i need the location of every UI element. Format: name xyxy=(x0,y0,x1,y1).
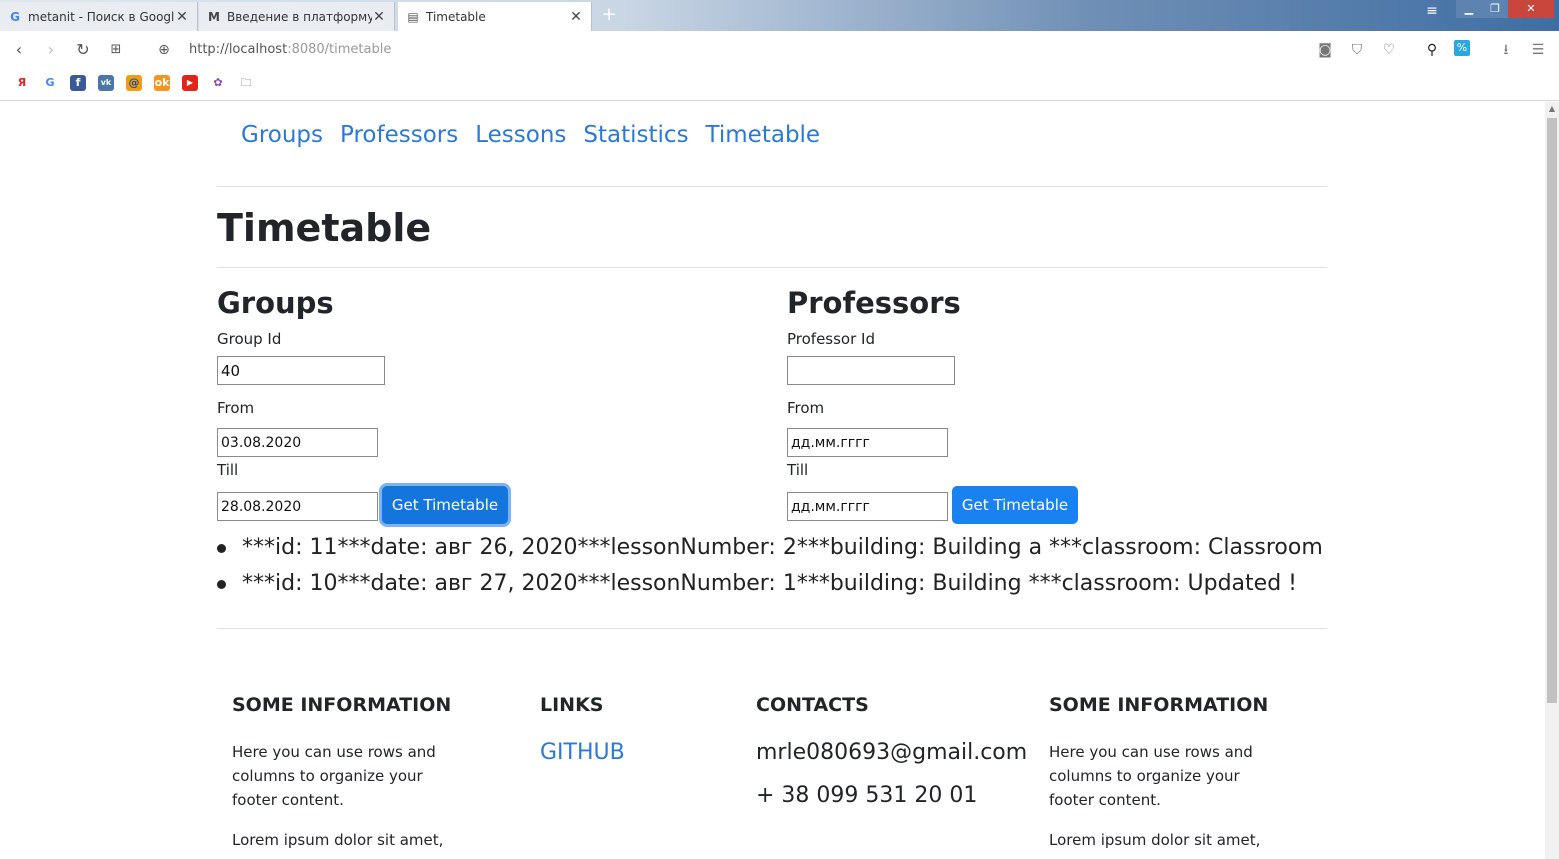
google-icon: G xyxy=(10,9,20,24)
page: Groups Professors Lessons Statistics Tim… xyxy=(0,102,1545,859)
facebook-icon[interactable]: f xyxy=(70,75,86,91)
tab-bar: G metanit - Поиск в Google ✕ M Введение … xyxy=(0,0,1559,31)
nav-professors[interactable]: Professors xyxy=(340,122,458,148)
professor-from-label: From xyxy=(787,399,825,417)
youtube-icon[interactable]: ▶ xyxy=(182,75,198,91)
nav-lessons[interactable]: Lessons xyxy=(475,122,566,148)
professor-till-date-input[interactable] xyxy=(787,492,948,521)
contact-email: mrle080693@gmail.com xyxy=(756,740,1028,765)
speed-dial-icon[interactable]: ⊞ xyxy=(106,40,126,60)
page-title: Timetable xyxy=(217,206,432,250)
tab-timetable[interactable]: ▤ Timetable ✕ xyxy=(398,2,592,31)
footer-info-title: SOME INFORMATION xyxy=(232,694,452,716)
group-from-date-input[interactable] xyxy=(217,428,378,457)
url-path: :8080/timetable xyxy=(287,42,392,57)
professor-from-date-input[interactable] xyxy=(787,428,948,457)
group-from-label: From xyxy=(217,399,255,417)
bookmarks-bar xyxy=(0,68,1559,101)
close-icon[interactable]: ✕ xyxy=(569,9,583,25)
google-bookmark-icon[interactable]: G xyxy=(42,75,58,91)
shield-icon[interactable]: ⛉ xyxy=(1347,40,1367,60)
professors-heading: Professors xyxy=(787,286,961,320)
close-icon[interactable]: ✕ xyxy=(175,9,189,25)
result-text: ***id: 11***date: авг 26, 2020***lessonN… xyxy=(242,535,1323,560)
window-controls: ▁ ❐ ✕ xyxy=(1456,0,1554,20)
scroll-up-icon[interactable]: ▲ xyxy=(1545,104,1559,116)
globe-icon: ⊕ xyxy=(158,42,170,58)
contact-phone: + 38 099 531 20 01 xyxy=(756,783,978,808)
groups-heading: Groups xyxy=(217,286,334,320)
tabs-menu-icon[interactable]: ≡ xyxy=(1422,3,1442,19)
footer-links-title: LINKS xyxy=(540,694,604,716)
url-host: http://localhost xyxy=(189,42,288,57)
url-field[interactable]: http://localhost:8080/timetable xyxy=(189,42,391,57)
nav-groups[interactable]: Groups xyxy=(241,122,323,148)
footer-info-right: SOME INFORMATION Here you can use rows a… xyxy=(1049,694,1289,859)
top-nav: Groups Professors Lessons Statistics Tim… xyxy=(241,122,820,148)
groups-get-timetable-button[interactable]: Get Timetable xyxy=(382,486,508,524)
new-tab-plus-icon[interactable]: + xyxy=(599,5,619,25)
timetable-results: ***id: 11***date: авг 26, 2020***lessonN… xyxy=(217,530,1323,602)
heart-icon[interactable]: ♡ xyxy=(1379,40,1399,60)
footer-lorem: Lorem ipsum dolor sit amet, xyxy=(1049,831,1261,849)
professors-get-timetable-button[interactable]: Get Timetable xyxy=(952,486,1078,524)
close-window-icon[interactable]: ✕ xyxy=(1508,0,1554,18)
professor-id-input[interactable] xyxy=(787,356,955,385)
mail-icon[interactable]: @ xyxy=(126,75,142,91)
minimize-icon[interactable]: ▁ xyxy=(1456,0,1482,18)
forward-icon[interactable]: › xyxy=(41,40,61,60)
result-text: ***id: 10***date: авг 27, 2020***lessonN… xyxy=(242,571,1297,596)
footer-links: LINKS GITHUB xyxy=(540,694,625,765)
group-till-date-input[interactable] xyxy=(217,492,378,521)
bullet-icon xyxy=(217,543,226,553)
tab-label: metanit - Поиск в Google xyxy=(28,9,175,24)
footer-contacts: CONTACTS mrle080693@gmail.com + 38 099 5… xyxy=(756,694,1027,826)
professor-id-label: Professor Id xyxy=(787,330,875,348)
professor-till-label: Till xyxy=(787,461,809,479)
tab-label: Timetable xyxy=(426,9,486,24)
folder-icon[interactable]: 🗀 xyxy=(238,75,254,91)
group-id-input[interactable] xyxy=(217,356,385,385)
tab-intro[interactable]: M Введение в платформу Ar ✕ xyxy=(199,2,395,31)
scrollbar-thumb[interactable] xyxy=(1547,118,1557,703)
footer-info-text: Here you can use rows and columns to org… xyxy=(1049,743,1253,809)
vk-icon[interactable]: vk xyxy=(98,75,114,91)
download-icon[interactable]: ⭳ xyxy=(1496,40,1516,60)
zoom-icon[interactable]: ⚲ xyxy=(1422,40,1442,60)
flower-icon[interactable]: ✿ xyxy=(210,75,226,91)
close-icon[interactable]: ✕ xyxy=(372,9,386,25)
group-id-label: Group Id xyxy=(217,330,282,348)
m-icon: M xyxy=(208,9,220,24)
reload-icon[interactable]: ↻ xyxy=(73,40,93,60)
footer-contacts-title: CONTACTS xyxy=(756,694,869,716)
restore-icon[interactable]: ❐ xyxy=(1482,0,1508,18)
divider xyxy=(217,628,1327,629)
document-icon: ▤ xyxy=(407,9,419,24)
tab-label: Введение в платформу Ar xyxy=(227,9,372,24)
list-item: ***id: 11***date: авг 26, 2020***lessonN… xyxy=(217,530,1323,566)
footer-info-text: Here you can use rows and columns to org… xyxy=(232,743,436,809)
discount-icon[interactable]: % xyxy=(1454,40,1470,56)
divider xyxy=(217,267,1327,268)
group-till-label: Till xyxy=(217,461,239,479)
menu-icon[interactable]: ☰ xyxy=(1528,40,1548,60)
footer-info-title: SOME INFORMATION xyxy=(1049,694,1269,716)
camera-icon[interactable]: ◙ xyxy=(1315,40,1335,60)
divider xyxy=(217,186,1327,187)
bullet-icon xyxy=(217,579,226,589)
tab-google[interactable]: G metanit - Поиск в Google ✕ xyxy=(0,2,198,31)
github-link[interactable]: GITHUB xyxy=(540,740,625,765)
nav-timetable[interactable]: Timetable xyxy=(706,122,821,148)
back-icon[interactable]: ‹ xyxy=(9,40,29,60)
yandex-icon[interactable]: Я xyxy=(14,75,30,91)
footer-info-left: SOME INFORMATION Here you can use rows a… xyxy=(232,694,472,859)
list-item: ***id: 10***date: авг 27, 2020***lessonN… xyxy=(217,566,1323,602)
odnoklassniki-icon[interactable]: ok xyxy=(154,75,170,91)
footer-lorem: Lorem ipsum dolor sit amet, xyxy=(232,831,444,849)
nav-statistics[interactable]: Statistics xyxy=(583,122,688,148)
